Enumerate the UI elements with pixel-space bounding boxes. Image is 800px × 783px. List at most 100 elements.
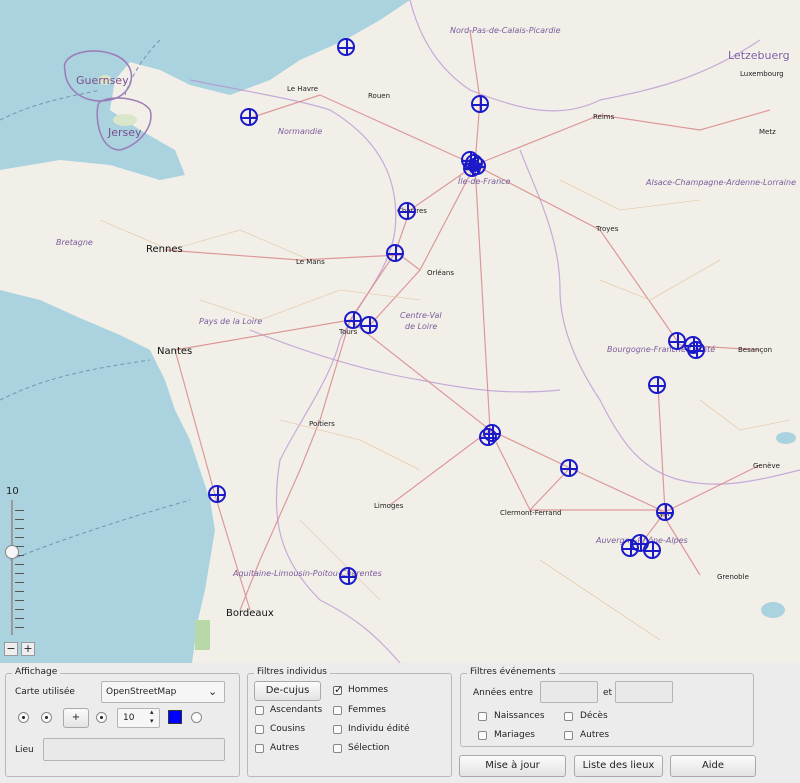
individu-edite-checkbox[interactable] [333,725,342,734]
map-label-city: Besançon [738,346,773,354]
zoom-tick [15,618,24,619]
zoom-in-button[interactable]: + [21,642,35,656]
map-label-city: Troyes [596,225,619,233]
forest [195,620,210,650]
spin-up-icon[interactable]: ▴ [150,708,154,716]
lake [761,602,785,618]
zoom-tick [15,627,24,628]
map-label-region: Aquitaine-Limousin-Poitou-Charentes [233,569,382,578]
zoom-tick [15,564,24,565]
zoom-tick [15,609,24,610]
spin-down-icon[interactable]: ▾ [150,717,154,725]
map-label-country: Letzebuerg [728,49,790,62]
ascendants-label: Ascendants [270,705,323,715]
hommes-checkbox[interactable] [333,683,343,696]
annees-label: Années entre [473,688,533,698]
place-marker[interactable] [240,108,258,126]
carte-select[interactable]: OpenStreetMap ⌄ [101,681,225,703]
map-label-region: Normandie [278,127,323,136]
zoom-out-button[interactable]: − [4,642,18,656]
zoom-tick [15,582,24,583]
autres-checkbox[interactable] [255,744,264,753]
cousins-checkbox[interactable] [255,725,264,734]
map-label-city: Bordeaux [226,608,274,619]
chevron-down-icon: ⌄ [208,685,218,698]
place-marker[interactable] [360,316,378,334]
place-marker[interactable] [208,485,226,503]
place-marker[interactable] [687,341,705,359]
place-marker[interactable] [648,376,666,394]
map-label-city: Grenoble [717,573,749,581]
place-marker[interactable] [337,38,355,56]
deces-label: Décès [580,711,608,721]
ascendants-checkbox[interactable] [255,706,264,715]
mariages-checkbox[interactable] [478,731,487,740]
zoom-level-label: 10 [6,486,19,497]
place-marker[interactable] [339,567,357,585]
map-label-city: Tours [339,328,358,336]
hommes-label: Hommes [348,685,389,695]
map-label-region: Nord-Pas-de-Calais-Picardie [450,26,561,35]
map-label-city: Metz [759,128,776,136]
spin-value: 10 [123,713,135,723]
place-marker[interactable] [386,244,404,262]
spin-input[interactable]: 10 ▴ ▾ [117,708,160,728]
decujus-button[interactable]: De-cujus [254,681,321,701]
deces-checkbox[interactable] [564,712,573,721]
map-label-city: Limoges [374,502,404,510]
affichage-group: Affichage Carte utilisée OpenStreetMap ⌄… [5,667,240,777]
femmes-checkbox[interactable] [333,706,342,715]
annee-to-input[interactable] [615,681,673,703]
place-marker[interactable] [471,95,489,113]
zoom-slider-thumb[interactable] [5,545,19,559]
help-button[interactable]: Aide [670,755,756,777]
map-label-city: Orléans [427,269,455,277]
place-marker[interactable] [668,332,686,350]
filtres-individus-group: Filtres individus De-cujus Ascendants Co… [247,667,452,777]
display-radio[interactable] [18,712,29,723]
map-label-region: de Loire [405,322,438,331]
places-list-button[interactable]: Liste des lieux [574,755,663,777]
update-button[interactable]: Mise à jour [459,755,566,777]
map-label-country: Jersey [108,126,142,139]
color-swatch[interactable] [168,710,182,724]
naissances-checkbox[interactable] [478,712,487,721]
map-label-city: Nantes [157,346,193,357]
group-title: Filtres individus [254,667,330,677]
annee-from-input[interactable] [540,681,598,703]
display-radio[interactable] [191,712,202,723]
map-label-city: Le Havre [287,85,319,93]
map-label-city: Poitiers [309,420,335,428]
map-label-city: Clermont-Ferrand [500,509,562,517]
filtres-evenements-group: Filtres événements Années entre et Naiss… [460,667,754,747]
autres-events-label: Autres [580,730,610,740]
sea-area [0,0,410,180]
selection-label: Sélection [348,743,390,753]
mariages-label: Mariages [494,730,535,740]
group-title: Filtres événements [467,667,559,677]
autres-label: Autres [270,743,300,753]
femmes-label: Femmes [348,705,386,715]
zoom-tick [15,537,24,538]
add-button[interactable]: + [63,708,89,728]
place-marker[interactable] [560,459,578,477]
map-label-region: Île-de-France [458,177,511,186]
zoom-tick [15,510,24,511]
place-marker[interactable] [656,503,674,521]
place-marker[interactable] [463,159,481,177]
autres-events-checkbox[interactable] [564,731,573,740]
place-marker[interactable] [643,541,661,559]
place-marker[interactable] [398,202,416,220]
lieu-input[interactable] [43,738,225,761]
display-radio[interactable] [41,712,52,723]
zoom-tick [15,600,24,601]
map-background [0,0,800,663]
selection-checkbox[interactable] [333,744,342,753]
island [113,114,137,126]
zoom-tick [15,573,24,574]
map-view[interactable]: Guernsey Jersey Letzebuerg Nord-Pas-de-C… [0,0,800,663]
map-label-region: Alsace-Champagne-Ardenne-Lorraine [646,178,797,187]
zoom-slider-track[interactable] [11,500,13,635]
place-marker[interactable] [479,428,497,446]
display-radio[interactable] [96,712,107,723]
